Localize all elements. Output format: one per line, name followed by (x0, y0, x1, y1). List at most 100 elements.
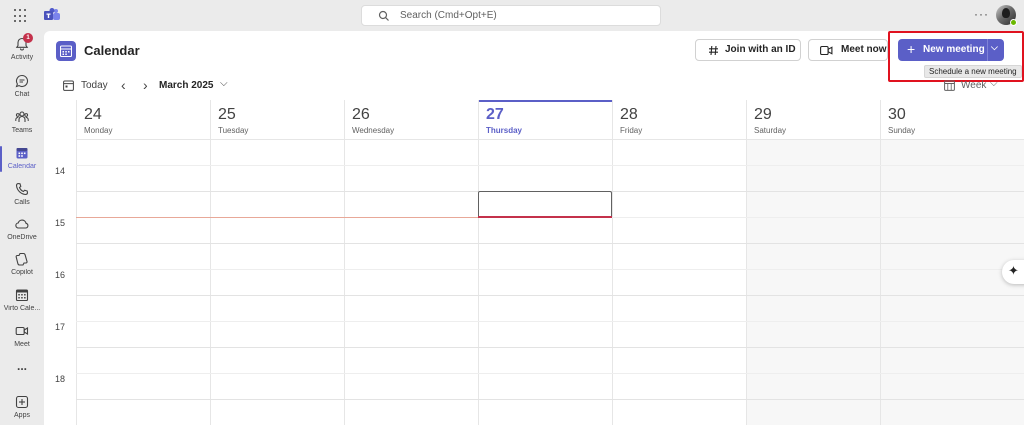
month-picker[interactable]: March 2025 (159, 80, 213, 91)
day-number: 25 (218, 106, 236, 123)
chevron-right-icon[interactable]: › (143, 77, 148, 93)
day-number: 27 (486, 106, 504, 123)
selected-time-slot[interactable] (478, 191, 612, 218)
sparkle-icon: ✦ (1008, 263, 1019, 278)
presence-status-icon (1010, 19, 1017, 26)
day-header: 30 Sunday (881, 100, 1024, 140)
chat-icon (15, 74, 29, 88)
activity-badge: 1 (23, 33, 33, 43)
day-column-thursday[interactable]: 27 Thursday (478, 100, 612, 425)
day-column-sunday[interactable]: 30 Sunday (880, 100, 1024, 425)
day-name: Friday (620, 126, 643, 135)
day-header: 24 Monday (77, 100, 210, 140)
day-column-wednesday[interactable]: 26 Wednesday (344, 100, 478, 425)
day-column-saturday[interactable]: 29 Saturday (746, 100, 880, 425)
day-number: 30 (888, 106, 906, 123)
rail-label: Virto Cale... (3, 305, 41, 312)
rail-item-copilot[interactable]: Copilot (0, 250, 44, 286)
calendar-icon (16, 148, 28, 159)
chevron-left-icon[interactable]: ‹ (121, 77, 126, 93)
hashtag-icon (709, 45, 718, 56)
teams-icon (15, 111, 29, 122)
rail-item-meet[interactable]: Meet (0, 322, 44, 358)
day-name: Thursday (486, 126, 523, 135)
rail-item-activity[interactable]: 1 Activity (0, 33, 44, 71)
day-name: Tuesday (218, 126, 249, 135)
rail-item-virto-calendar[interactable]: Virto Cale... (0, 286, 44, 322)
rail-label: Meet (14, 341, 30, 348)
calendar-app-icon (56, 41, 76, 61)
hour-label: 16 (55, 270, 66, 280)
day-number: 26 (352, 106, 370, 123)
video-camera-icon (15, 326, 29, 336)
calendar-today-icon (63, 80, 74, 91)
current-time-indicator (76, 217, 478, 218)
hour-label: 15 (55, 218, 66, 228)
cloud-icon (15, 219, 29, 229)
chevron-down-icon[interactable]: ⌵ (990, 78, 998, 89)
copilot-icon (15, 252, 28, 266)
rail-item-onedrive[interactable]: OneDrive (0, 215, 44, 251)
chevron-down-icon[interactable]: ⌵ (220, 78, 228, 89)
grid-calendar-icon (15, 289, 29, 302)
meet-now-button[interactable]: Meet now (808, 39, 888, 61)
hour-label: 17 (55, 322, 66, 332)
teams-logo-icon (44, 8, 60, 20)
join-with-id-button[interactable]: Join with an ID (695, 39, 801, 61)
title-bar: Search (Cmd+Opt+E) ··· (0, 0, 1024, 31)
search-input[interactable]: Search (Cmd+Opt+E) (361, 5, 661, 26)
rail-label: Calls (14, 199, 30, 206)
search-placeholder: Search (Cmd+Opt+E) (400, 10, 497, 21)
day-name: Sunday (888, 126, 916, 135)
day-header: 29 Saturday (747, 100, 880, 140)
rail-item-chat[interactable]: Chat (0, 72, 44, 108)
rail-label: Teams (11, 127, 33, 134)
add-app-icon (15, 395, 29, 409)
hour-label: 18 (55, 374, 66, 384)
half-hour-line (76, 373, 1024, 374)
half-hour-line (76, 269, 1024, 270)
day-number: 29 (754, 106, 772, 123)
week-grid: 24 Monday 25 Tuesday 26 Wednesday 27 Thu… (44, 100, 1024, 425)
day-name: Wednesday (352, 126, 395, 135)
search-icon (378, 10, 389, 21)
rail-item-apps[interactable]: Apps (0, 393, 44, 425)
page-title: Calendar (84, 43, 140, 58)
view-switcher[interactable]: Week (961, 80, 986, 91)
rail-item-calls[interactable]: Calls (0, 180, 44, 216)
new-meeting-tooltip: Schedule a new meeting (924, 65, 1022, 78)
rail-label: Chat (14, 91, 30, 98)
day-header: 27 Thursday (479, 100, 612, 140)
calendar-panel: Calendar Join with an ID Meet now + New … (44, 31, 1024, 425)
calendar-view-icon (944, 80, 955, 91)
rail-label: Calendar (7, 163, 37, 170)
rail-label: Apps (14, 412, 30, 419)
rail-label: Activity (10, 54, 34, 61)
day-header: 25 Tuesday (211, 100, 344, 140)
today-button[interactable]: Today (81, 80, 108, 91)
rail-item-more[interactable]: ... (0, 359, 44, 397)
app-launcher-icon[interactable] (14, 9, 28, 23)
hour-line (76, 295, 1024, 296)
rail-label: Copilot (11, 269, 33, 276)
hour-line (76, 347, 1024, 348)
more-options-icon[interactable]: ··· (974, 7, 989, 21)
video-camera-icon (820, 45, 833, 56)
half-hour-line (76, 165, 1024, 166)
copilot-sparkle-button[interactable]: ✦ (1002, 260, 1024, 284)
day-column-tuesday[interactable]: 25 Tuesday (210, 100, 344, 425)
hour-line (76, 399, 1024, 400)
day-header: 26 Wednesday (345, 100, 478, 140)
rail-item-calendar[interactable]: Calendar (0, 144, 44, 180)
day-column-monday[interactable]: 24 Monday (76, 100, 210, 425)
more-apps-icon: ... (16, 359, 27, 373)
rail-label: OneDrive (7, 234, 37, 241)
current-time-indicator-today (478, 216, 612, 218)
day-name: Monday (84, 126, 113, 135)
rail-item-teams[interactable]: Teams (0, 108, 44, 144)
hour-line (76, 243, 1024, 244)
phone-icon (15, 182, 29, 196)
day-header: 28 Friday (613, 100, 746, 140)
day-column-friday[interactable]: 28 Friday (612, 100, 746, 425)
join-with-id-label: Join with an ID (725, 44, 796, 55)
